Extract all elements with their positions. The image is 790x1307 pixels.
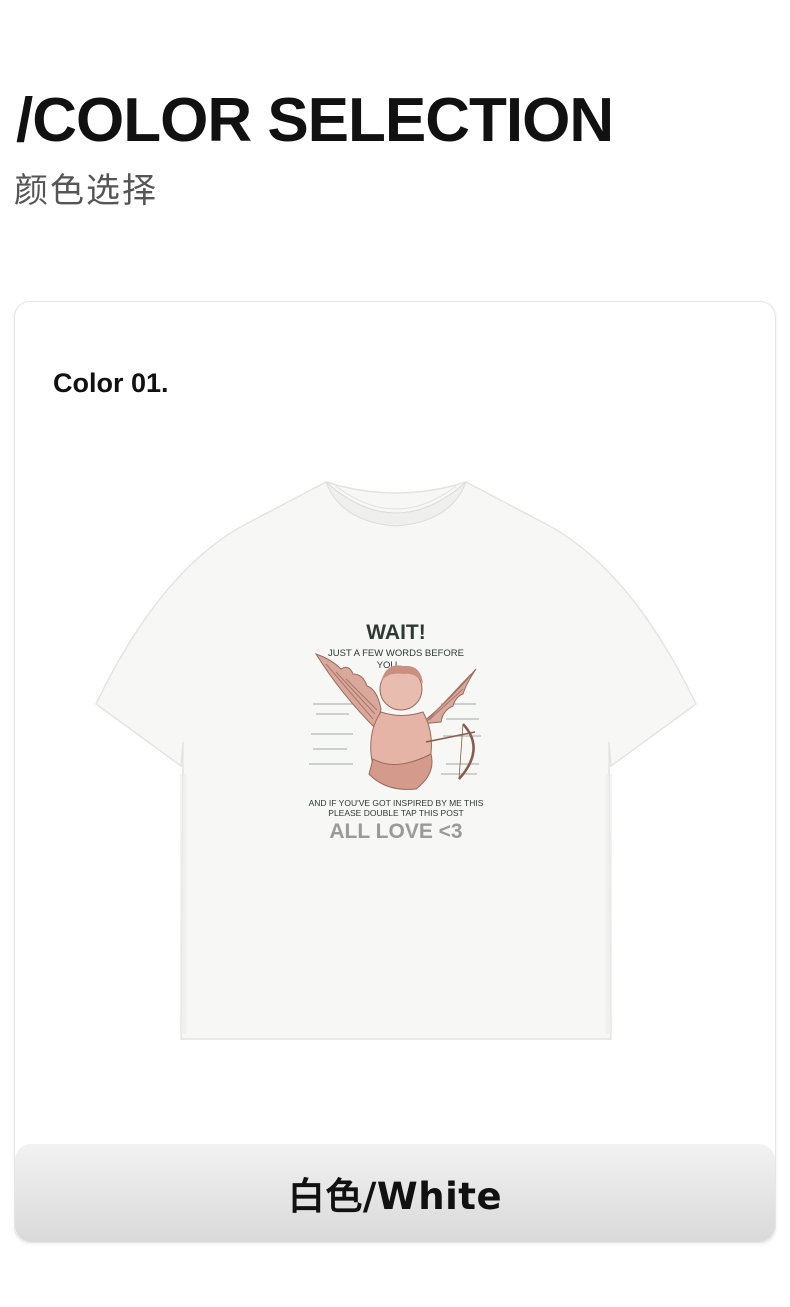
color-option-card[interactable]: Color 01. WAIT! JUST A FEW WORDS BEFORE … — [14, 301, 776, 1243]
page-title: /COLOR SELECTION — [16, 86, 614, 155]
color-name: 白色/White — [287, 1175, 503, 1218]
print-tagline: ALL LOVE <3 — [329, 820, 462, 843]
print-headline: WAIT! — [366, 621, 425, 644]
print-bottom-line2: PLEASE DOUBLE TAP THIS POST — [328, 808, 463, 818]
color-label: Color 01. — [53, 368, 169, 398]
color-name-bar[interactable]: 白色/White — [15, 1144, 775, 1242]
page-subtitle: 颜色选择 — [14, 171, 158, 211]
print-line1: JUST A FEW WORDS BEFORE — [328, 648, 464, 659]
print-bottom-line1: AND IF YOU'VE GOT INSPIRED BY ME THIS — [309, 798, 484, 808]
tshirt-image: WAIT! JUST A FEW WORDS BEFORE YOU AND IF… — [95, 481, 697, 1040]
